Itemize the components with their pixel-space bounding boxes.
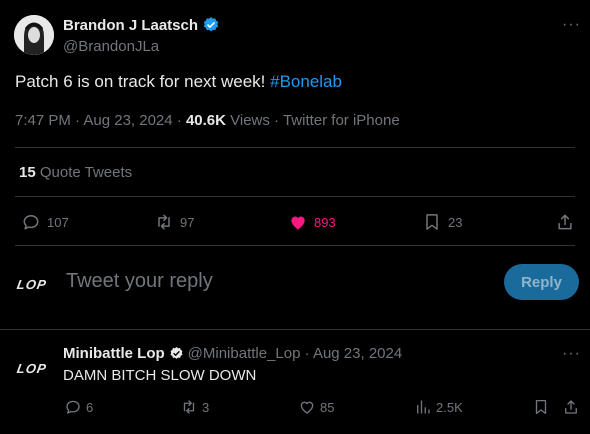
divider bbox=[15, 196, 575, 197]
author-handle[interactable]: @BrandonJLa bbox=[63, 38, 159, 55]
divider bbox=[0, 329, 590, 330]
reply-reply-count: 6 bbox=[86, 399, 94, 415]
share-icon bbox=[558, 214, 572, 230]
author-avatar[interactable] bbox=[14, 15, 54, 55]
verified-gray-badge-icon bbox=[170, 346, 183, 359]
bookmark-action[interactable]: 23 bbox=[422, 212, 462, 232]
reply-share-action[interactable] bbox=[562, 398, 580, 416]
bookmark-icon bbox=[535, 399, 547, 415]
reply-more-options-icon[interactable]: ··· bbox=[562, 345, 581, 363]
author-name-text[interactable]: Brandon J Laatsch bbox=[63, 17, 198, 34]
share-icon bbox=[565, 400, 577, 414]
heart-icon bbox=[300, 401, 314, 414]
reply-handle-time[interactable]: @Minibattle_Lop · Aug 23, 2024 bbox=[188, 345, 403, 362]
tweet-text: Patch 6 is on track for next week! #Bone… bbox=[15, 72, 342, 92]
views-count: 40.6K bbox=[185, 112, 226, 129]
reply-avatar-logo: LOP bbox=[15, 361, 49, 376]
reply-like-count: 85 bbox=[320, 399, 335, 415]
reply-text: DAMN BITCH SLOW DOWN bbox=[63, 367, 257, 384]
retweet-icon bbox=[158, 214, 170, 230]
bookmark-count: 23 bbox=[448, 214, 463, 230]
quote-count: 15 bbox=[19, 164, 36, 181]
heart-filled-icon bbox=[291, 216, 305, 230]
reply-icon bbox=[23, 215, 39, 230]
divider bbox=[15, 147, 575, 148]
author-name[interactable]: Brandon J Laatsch bbox=[63, 16, 220, 34]
reply-retweet-action[interactable]: 3 bbox=[180, 398, 209, 416]
reply-like-action[interactable]: 85 bbox=[298, 398, 334, 416]
reply-views-count: 2.5K bbox=[436, 399, 463, 415]
like-action[interactable]: 893 bbox=[288, 212, 336, 232]
reply-author[interactable]: Minibattle Lop @Minibattle_Lop · Aug 23,… bbox=[63, 345, 402, 362]
views-chart-icon bbox=[417, 400, 430, 414]
tweet-timestamp[interactable]: 7:47 PM · Aug 23, 2024 · bbox=[15, 112, 186, 129]
more-options-icon[interactable]: ··· bbox=[562, 16, 581, 34]
tweet-meta: 7:47 PM · Aug 23, 2024 · 40.6K Views · T… bbox=[15, 112, 400, 129]
verified-badge-icon bbox=[203, 17, 219, 32]
retweet-count: 97 bbox=[180, 214, 195, 230]
retweet-action[interactable]: 97 bbox=[154, 212, 194, 232]
retweet-icon bbox=[183, 400, 195, 414]
reply-bookmark-action[interactable] bbox=[532, 398, 550, 416]
divider bbox=[15, 245, 575, 246]
reply-reply-action[interactable]: 6 bbox=[64, 398, 93, 416]
reply-action[interactable]: 107 bbox=[21, 212, 69, 232]
reply-input[interactable]: Tweet your reply bbox=[66, 270, 213, 293]
quote-tweets-link[interactable]: 15 Quote Tweets bbox=[19, 164, 132, 181]
bookmark-icon bbox=[426, 214, 438, 230]
reply-icon bbox=[66, 400, 80, 414]
reply-count: 107 bbox=[47, 214, 69, 230]
views-source: Views · Twitter for iPhone bbox=[225, 112, 400, 129]
compose-avatar-logo: LOP bbox=[15, 277, 49, 292]
reply-retweet-count: 3 bbox=[202, 399, 210, 415]
tweet-body: Patch 6 is on track for next week! bbox=[15, 72, 271, 91]
reply-author-name[interactable]: Minibattle Lop bbox=[63, 345, 165, 362]
quote-label: Quote Tweets bbox=[35, 164, 133, 181]
like-count: 893 bbox=[314, 214, 336, 230]
hashtag-link[interactable]: #Bonelab bbox=[270, 72, 342, 91]
reply-views-action[interactable]: 2.5K bbox=[414, 398, 463, 416]
share-action[interactable] bbox=[555, 212, 575, 232]
reply-button[interactable]: Reply bbox=[504, 264, 579, 300]
